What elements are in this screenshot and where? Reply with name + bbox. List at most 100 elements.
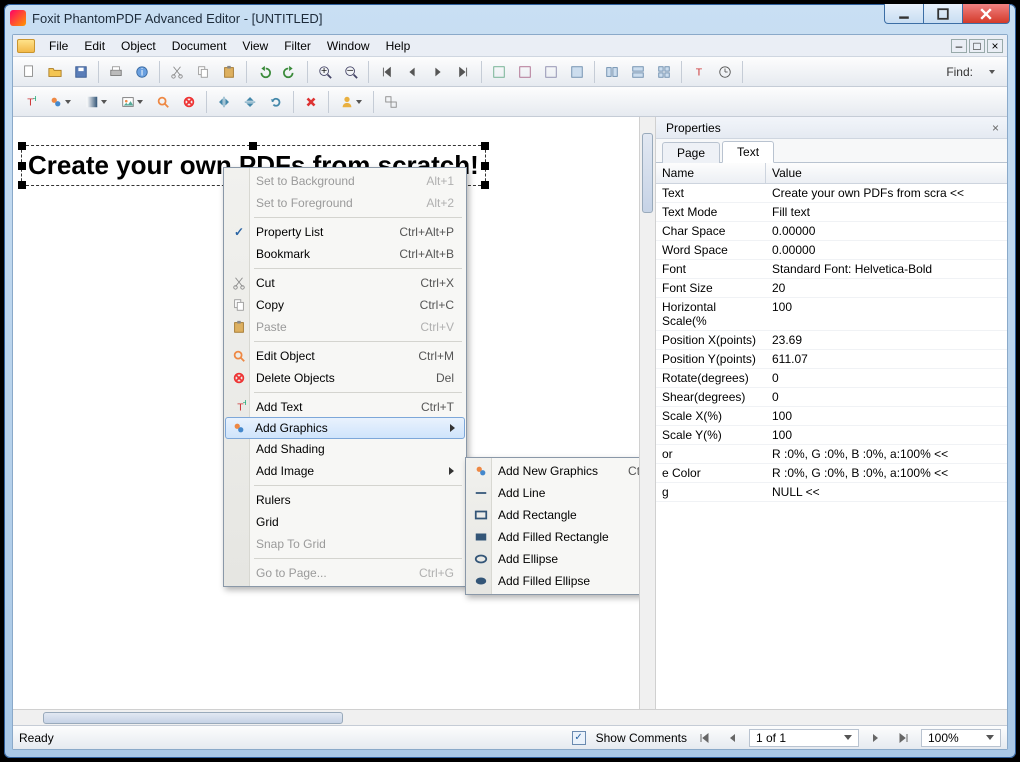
save-button[interactable] bbox=[69, 60, 93, 84]
menu-file[interactable]: File bbox=[41, 37, 76, 55]
layout-b-button[interactable] bbox=[626, 60, 650, 84]
delete-x-button[interactable] bbox=[299, 90, 323, 114]
property-row[interactable]: Scale Y(%)100 bbox=[656, 426, 1007, 445]
ctx-add-text[interactable]: T+Add TextCtrl+T bbox=[226, 396, 464, 418]
property-row[interactable]: Shear(degrees)0 bbox=[656, 388, 1007, 407]
text-tool-button[interactable]: T bbox=[687, 60, 711, 84]
layout-c-button[interactable] bbox=[652, 60, 676, 84]
resize-handle-se[interactable] bbox=[481, 181, 489, 189]
property-row[interactable]: e ColorR :0%, G :0%, B :0%, a:100% << bbox=[656, 464, 1007, 483]
subctx-add-ellipse[interactable]: Add Ellipse bbox=[468, 548, 639, 570]
last-page-button[interactable] bbox=[452, 60, 476, 84]
resize-handle-nw[interactable] bbox=[18, 142, 26, 150]
zoom-out-button[interactable]: – bbox=[339, 60, 363, 84]
property-value[interactable]: NULL << bbox=[766, 483, 1007, 501]
menu-document[interactable]: Document bbox=[164, 37, 235, 55]
property-value[interactable]: Standard Font: Helvetica-Bold bbox=[766, 260, 1007, 278]
property-value[interactable]: 0.00000 bbox=[766, 222, 1007, 240]
menu-object[interactable]: Object bbox=[113, 37, 164, 55]
property-value[interactable]: 23.69 bbox=[766, 331, 1007, 349]
property-value[interactable]: 100 bbox=[766, 407, 1007, 425]
zoom-dropdown-icon[interactable] bbox=[986, 735, 994, 740]
property-value[interactable]: 0 bbox=[766, 388, 1007, 406]
ctx-property-list[interactable]: ✓Property ListCtrl+Alt+P bbox=[226, 221, 464, 243]
about-button[interactable]: i bbox=[130, 60, 154, 84]
status-next-page[interactable] bbox=[865, 729, 887, 747]
add-shading-button[interactable] bbox=[79, 90, 113, 114]
page-dropdown-icon[interactable] bbox=[844, 735, 852, 740]
menu-help[interactable]: Help bbox=[378, 37, 419, 55]
flip-h-button[interactable] bbox=[212, 90, 236, 114]
subctx-add-rectangle[interactable]: Add Rectangle bbox=[468, 504, 639, 526]
find-dropdown[interactable] bbox=[979, 60, 1003, 84]
property-row[interactable]: Rotate(degrees)0 bbox=[656, 369, 1007, 388]
property-row[interactable]: Position X(points)23.69 bbox=[656, 331, 1007, 350]
ctx-add-shading[interactable]: Add Shading bbox=[226, 438, 464, 460]
subctx-add-new-graphics[interactable]: Add New GraphicsCtrl+R bbox=[468, 460, 639, 482]
ctx-copy[interactable]: CopyCtrl+C bbox=[226, 294, 464, 316]
mdi-restore-button[interactable]: □ bbox=[969, 39, 985, 53]
app-menu-icon[interactable] bbox=[17, 39, 35, 53]
property-row[interactable]: gNULL << bbox=[656, 483, 1007, 502]
context-menu[interactable]: Set to BackgroundAlt+1Set to ForegroundA… bbox=[223, 167, 467, 587]
property-row[interactable]: Horizontal Scale(%100 bbox=[656, 298, 1007, 331]
property-value[interactable]: 100 bbox=[766, 298, 1007, 330]
document-area[interactable]: Create your own PDFs from scratch! Set t… bbox=[13, 117, 639, 709]
property-value[interactable]: 0.00000 bbox=[766, 241, 1007, 259]
redo-button[interactable] bbox=[278, 60, 302, 84]
add-image-button[interactable] bbox=[115, 90, 149, 114]
prev-page-button[interactable] bbox=[400, 60, 424, 84]
status-first-page[interactable] bbox=[693, 729, 715, 747]
mdi-minimize-button[interactable]: – bbox=[951, 39, 967, 53]
copy-button[interactable] bbox=[191, 60, 215, 84]
add-graphics-button[interactable] bbox=[43, 90, 77, 114]
delete-object-button[interactable] bbox=[177, 90, 201, 114]
menu-window[interactable]: Window bbox=[319, 37, 378, 55]
ctx-rulers[interactable]: Rulers bbox=[226, 489, 464, 511]
next-page-button[interactable] bbox=[426, 60, 450, 84]
close-button[interactable] bbox=[962, 4, 1010, 24]
menu-edit[interactable]: Edit bbox=[76, 37, 113, 55]
minimize-button[interactable] bbox=[884, 4, 924, 24]
properties-header-name[interactable]: Name bbox=[656, 163, 766, 183]
user-dropdown[interactable] bbox=[334, 90, 368, 114]
show-comments-label[interactable]: Show Comments bbox=[596, 731, 687, 745]
subctx-add-line[interactable]: Add Line bbox=[468, 482, 639, 504]
property-value[interactable]: 100 bbox=[766, 426, 1007, 444]
property-row[interactable]: Char Space0.00000 bbox=[656, 222, 1007, 241]
ctx-delete-objects[interactable]: Delete ObjectsDel bbox=[226, 367, 464, 389]
open-button[interactable] bbox=[43, 60, 67, 84]
titlebar[interactable]: Foxit PhantomPDF Advanced Editor - [UNTI… bbox=[4, 4, 1016, 32]
menu-view[interactable]: View bbox=[234, 37, 276, 55]
zoom-indicator[interactable]: 100% bbox=[921, 729, 1001, 747]
property-row[interactable]: FontStandard Font: Helvetica-Bold bbox=[656, 260, 1007, 279]
property-row[interactable]: orR :0%, G :0%, B :0%, a:100% << bbox=[656, 445, 1007, 464]
new-button[interactable] bbox=[17, 60, 41, 84]
property-value[interactable]: R :0%, G :0%, B :0%, a:100% << bbox=[766, 464, 1007, 482]
tool-a-button[interactable] bbox=[487, 60, 511, 84]
horizontal-scrollbar[interactable] bbox=[13, 709, 1007, 725]
resize-handle-sw[interactable] bbox=[18, 181, 26, 189]
ctx-bookmark[interactable]: BookmarkCtrl+Alt+B bbox=[226, 243, 464, 265]
hscroll-thumb[interactable] bbox=[43, 712, 343, 724]
cut-button[interactable] bbox=[165, 60, 189, 84]
properties-grid[interactable]: Name Value TextCreate your own PDFs from… bbox=[656, 163, 1007, 709]
property-row[interactable]: Font Size20 bbox=[656, 279, 1007, 298]
tab-text[interactable]: Text bbox=[722, 141, 774, 163]
resize-handle-ne[interactable] bbox=[481, 142, 489, 150]
ctx-grid[interactable]: Grid bbox=[226, 511, 464, 533]
zoom-in-button[interactable]: + bbox=[313, 60, 337, 84]
status-last-page[interactable] bbox=[893, 729, 915, 747]
rotate-button[interactable] bbox=[264, 90, 288, 114]
page-indicator[interactable]: 1 of 1 bbox=[749, 729, 859, 747]
group-button[interactable] bbox=[379, 90, 403, 114]
property-value[interactable]: 611.07 bbox=[766, 350, 1007, 368]
property-row[interactable]: TextCreate your own PDFs from scra << bbox=[656, 184, 1007, 203]
property-row[interactable]: Word Space0.00000 bbox=[656, 241, 1007, 260]
property-row[interactable]: Scale X(%)100 bbox=[656, 407, 1007, 426]
status-prev-page[interactable] bbox=[721, 729, 743, 747]
property-value[interactable]: 0 bbox=[766, 369, 1007, 387]
property-row[interactable]: Position Y(points)611.07 bbox=[656, 350, 1007, 369]
paste-button[interactable] bbox=[217, 60, 241, 84]
undo-button[interactable] bbox=[252, 60, 276, 84]
